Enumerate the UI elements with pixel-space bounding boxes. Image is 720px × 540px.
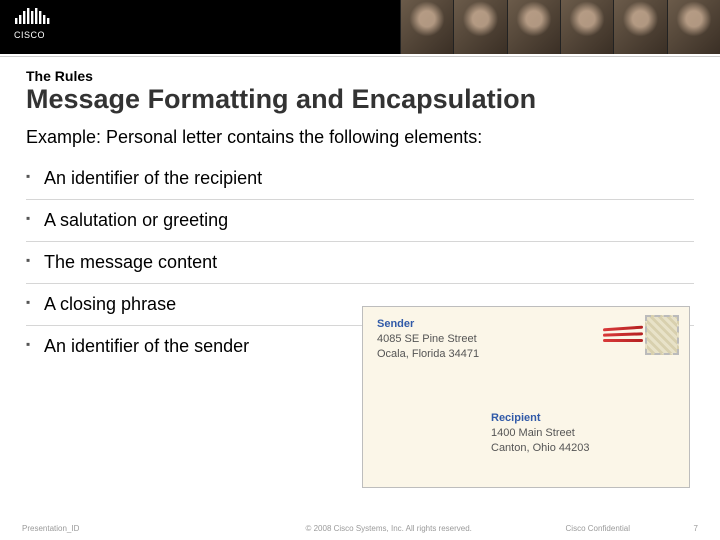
footer-page: 7: [694, 524, 698, 533]
recipient-label: Recipient: [491, 412, 541, 424]
sender-line2: Ocala, Florida 34471: [377, 348, 479, 360]
sender-block: Sender 4085 SE Pine Street Ocala, Florid…: [377, 317, 479, 362]
recipient-line2: Canton, Ohio 44203: [491, 442, 589, 454]
header-divider: [0, 54, 720, 57]
slide-title: Message Formatting and Encapsulation: [26, 85, 694, 113]
slide-kicker: The Rules: [26, 68, 694, 84]
logo-icon: [14, 6, 54, 28]
recipient-line1: 1400 Main Street: [491, 427, 575, 439]
header-photo-strip: [400, 0, 720, 54]
brand-logo: CISCO: [14, 6, 54, 40]
postmark-icon: [603, 327, 643, 342]
bullet-item: The message content: [26, 242, 694, 284]
header-bar: CISCO: [0, 0, 720, 54]
sender-label: Sender: [377, 318, 414, 330]
brand-name: CISCO: [14, 30, 54, 40]
recipient-block: Recipient 1400 Main Street Canton, Ohio …: [491, 411, 589, 456]
bullet-item: An identifier of the recipient: [26, 158, 694, 200]
bullet-item: A salutation or greeting: [26, 200, 694, 242]
footer-confidential: Cisco Confidential: [566, 524, 630, 533]
slide-subtitle: Example: Personal letter contains the fo…: [26, 127, 694, 148]
footer: Presentation_ID © 2008 Cisco Systems, In…: [0, 516, 720, 540]
stamp-icon: [645, 315, 679, 355]
sender-line1: 4085 SE Pine Street: [377, 333, 477, 345]
envelope-graphic: Sender 4085 SE Pine Street Ocala, Florid…: [362, 306, 690, 488]
footer-id: Presentation_ID: [22, 524, 79, 533]
